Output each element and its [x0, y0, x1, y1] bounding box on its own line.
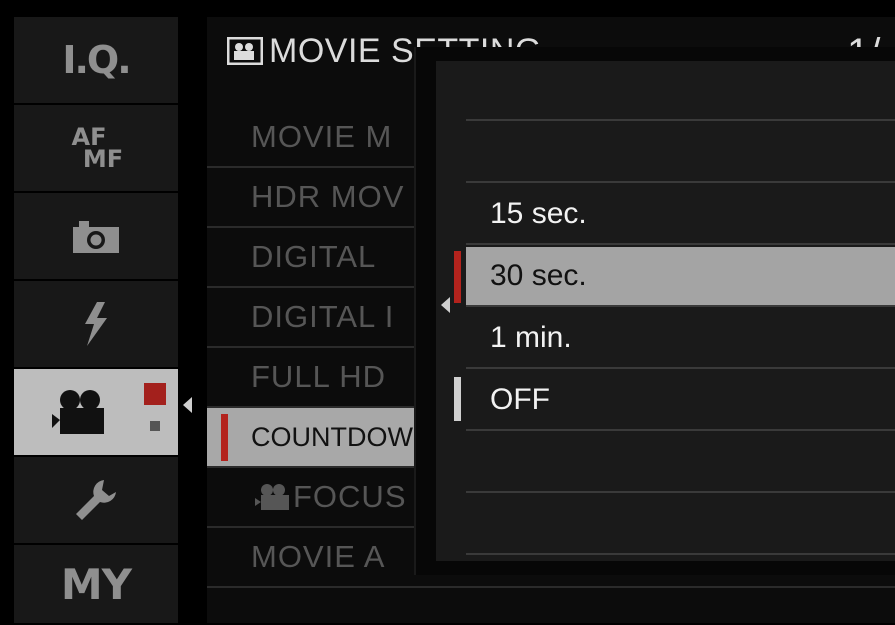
- flash-icon: [83, 302, 109, 346]
- option-list: 15 sec. 30 sec. 1 min. OFF: [436, 61, 895, 561]
- menu-item-label: FULL HD: [251, 359, 387, 394]
- selection-bar: [454, 251, 461, 303]
- tab-image-quality[interactable]: I.Q.: [14, 17, 178, 105]
- menu-item-label: DIGITAL I: [251, 299, 395, 334]
- category-tabs: I.Q. AF MF MY: [14, 17, 178, 625]
- menu-item-label: MOVIE M: [251, 119, 393, 154]
- option-popup: 15 sec. 30 sec. 1 min. OFF: [414, 47, 895, 575]
- tab-label-mf: MF: [82, 145, 124, 173]
- option-30-sec[interactable]: 30 sec.: [454, 247, 895, 307]
- tab-movie[interactable]: [14, 369, 178, 457]
- option-blank-2: [466, 123, 895, 183]
- option-label: 15 sec.: [490, 197, 587, 230]
- camera-icon: [73, 219, 119, 253]
- tab-my-menu[interactable]: MY: [14, 545, 178, 625]
- option-label: 30 sec.: [490, 259, 587, 292]
- option-label: 1 min.: [490, 321, 572, 354]
- menu-item-label: HDR MOV: [251, 179, 405, 214]
- option-15-sec[interactable]: 15 sec.: [466, 185, 895, 245]
- popup-pointer-arrow: [441, 297, 450, 313]
- option-blank-3: [466, 433, 895, 493]
- tab-setup[interactable]: [14, 457, 178, 545]
- tab-label-iq: I.Q.: [62, 38, 131, 82]
- tab-af-mf[interactable]: AF MF: [14, 105, 178, 193]
- option-1-min[interactable]: 1 min.: [466, 309, 895, 369]
- option-blank-4: [466, 495, 895, 555]
- menu-item-label: FOCUS: [293, 479, 407, 514]
- camera-menu-screen: I.Q. AF MF MY MOVIE SETTING MOVIE M HDR …: [0, 0, 895, 625]
- movie-setting-icon: [227, 37, 263, 65]
- selection-bar: [221, 414, 228, 461]
- movie-page-indicator: [144, 383, 168, 443]
- menu-item-label: MOVIE A: [251, 539, 386, 574]
- movie-camera-small-icon: [255, 484, 291, 510]
- menu-item-label: COUNTDOW: [251, 421, 413, 452]
- wrench-icon: [74, 478, 118, 522]
- current-value-marker: [454, 377, 461, 421]
- menu-item-label: DIGITAL: [251, 239, 377, 274]
- tab-shooting[interactable]: [14, 193, 178, 281]
- tab-label-my: MY: [60, 559, 132, 609]
- tab-flash[interactable]: [14, 281, 178, 369]
- category-selection-arrow: [183, 397, 192, 413]
- option-label: OFF: [490, 383, 550, 416]
- movie-camera-icon: [52, 390, 112, 434]
- option-off[interactable]: OFF: [454, 371, 895, 431]
- option-blank-1: [466, 61, 895, 121]
